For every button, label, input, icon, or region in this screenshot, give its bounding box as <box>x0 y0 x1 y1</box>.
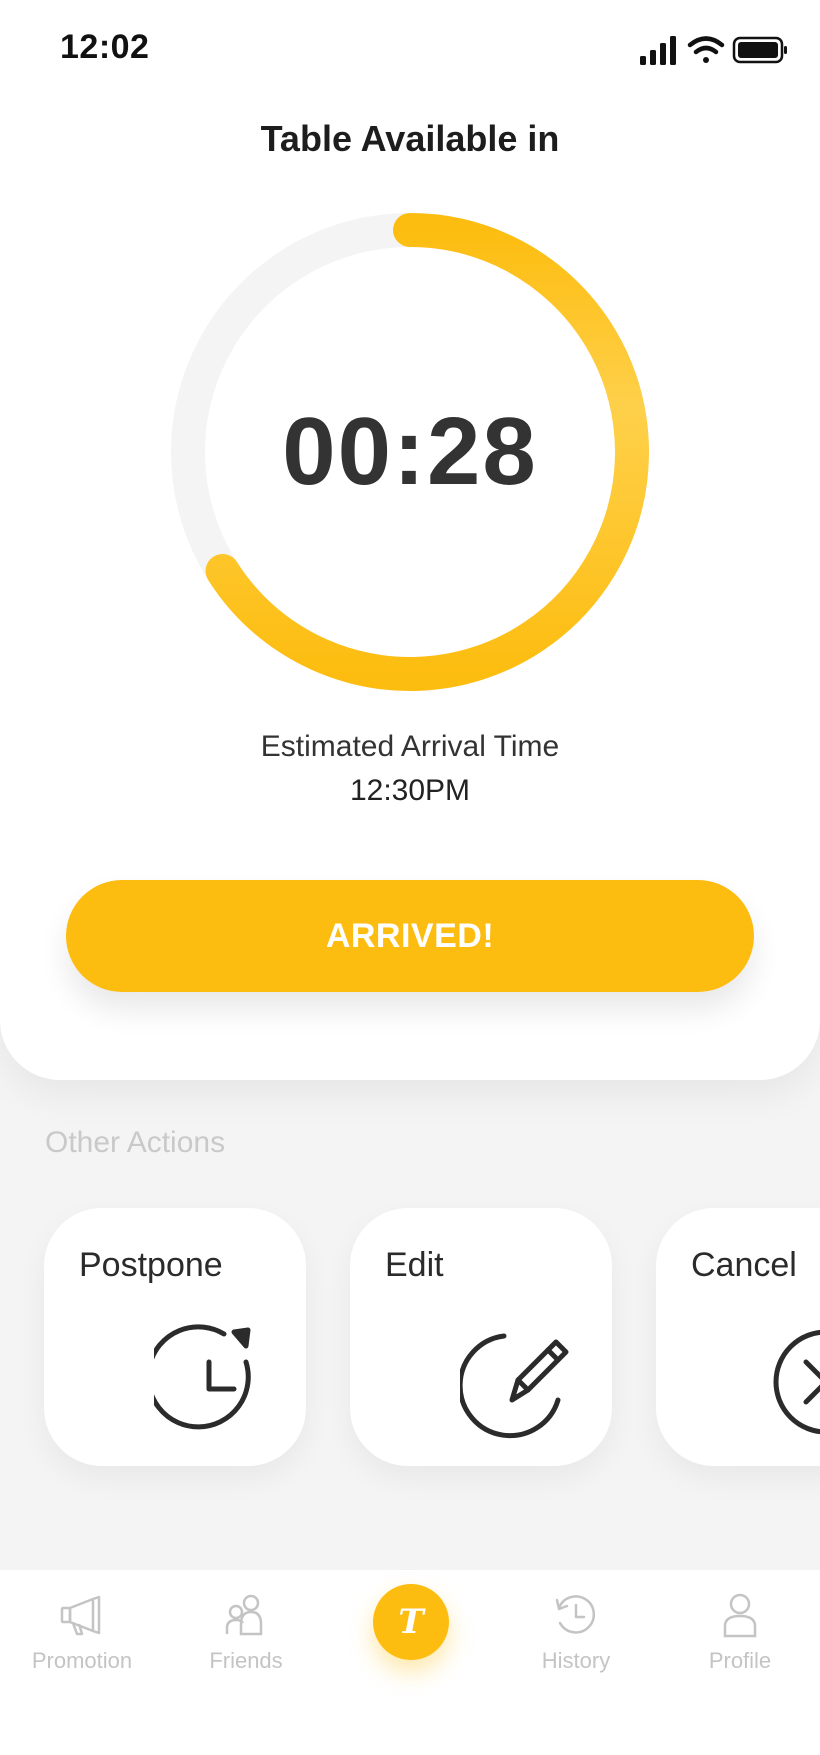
history-icon <box>555 1595 596 1634</box>
postpone-clock-icon <box>154 1324 251 1430</box>
friends-icon <box>225 1594 263 1636</box>
arrived-button[interactable]: ARRIVED! <box>66 880 754 992</box>
status-time: 12:02 <box>60 28 150 66</box>
nav-friends-label: Friends <box>209 1648 283 1673</box>
edit-card[interactable]: Edit <box>350 1208 612 1466</box>
edit-label: Edit <box>385 1246 444 1284</box>
nav-promotion-label: Promotion <box>31 1648 133 1673</box>
timer-card: 12:02 Table Available in 00:28 Estimated… <box>0 0 820 1080</box>
nav-home-button[interactable]: T <box>373 1584 449 1660</box>
cancel-icon <box>773 1329 820 1435</box>
cancel-card[interactable]: Cancel <box>656 1208 820 1466</box>
nav-history-label: History <box>541 1648 611 1673</box>
postpone-card[interactable]: Postpone <box>44 1208 306 1466</box>
screen: 12:02 Table Available in 00:28 Estimated… <box>0 0 820 1755</box>
other-actions-label: Other Actions <box>45 1126 226 1159</box>
signal-icon <box>640 36 676 65</box>
page-title: Table Available in <box>260 118 560 159</box>
profile-icon <box>723 1593 757 1638</box>
bottom-nav: Promotion Friends T History Profile <box>0 1570 820 1755</box>
wifi-icon <box>687 36 725 63</box>
eta-value: 12:30PM <box>349 774 471 807</box>
edit-pencil-icon <box>460 1333 569 1439</box>
status-icons <box>640 36 787 65</box>
eta-label: Estimated Arrival Time <box>260 730 560 763</box>
cancel-label: Cancel <box>691 1246 797 1284</box>
countdown-value: 00:28 <box>282 398 538 505</box>
megaphone-icon <box>60 1595 101 1636</box>
home-logo-icon: T <box>398 1602 424 1642</box>
postpone-label: Postpone <box>79 1246 223 1284</box>
battery-icon <box>732 36 787 64</box>
nav-profile-label: Profile <box>708 1648 772 1673</box>
